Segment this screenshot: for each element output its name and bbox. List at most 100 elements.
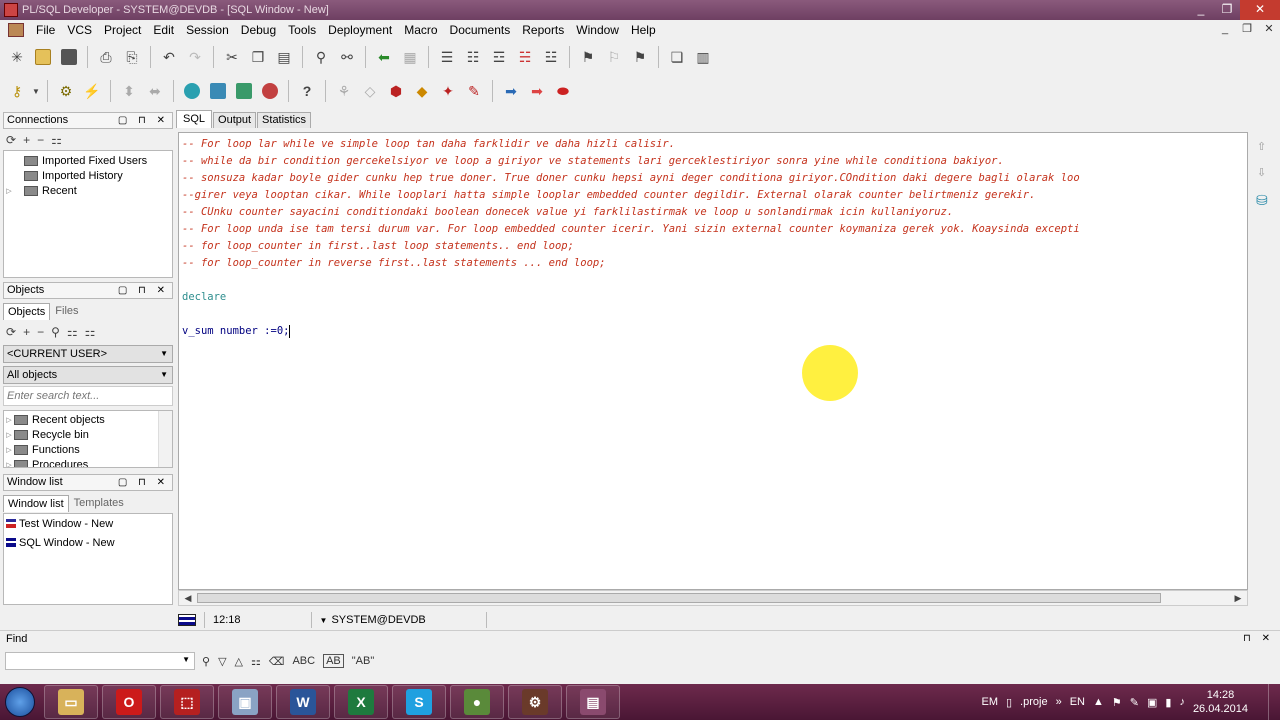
find-icon[interactable]: ⚲ bbox=[51, 325, 60, 339]
find-icon[interactable]: ⚲ bbox=[202, 655, 210, 668]
print-icon[interactable]: ⎙ bbox=[93, 44, 119, 70]
code-line[interactable]: --girer veya looptan cikar. While loopla… bbox=[182, 187, 1080, 204]
tab-templates[interactable]: Templates bbox=[69, 494, 129, 512]
chevron-right-icon[interactable]: » bbox=[1056, 696, 1062, 708]
code-line[interactable]: -- For loop lar while ve simple loop tan… bbox=[182, 136, 1080, 153]
doc-tray-label[interactable]: .proje bbox=[1020, 696, 1048, 708]
windows-tile-icon[interactable]: ▥ bbox=[690, 44, 716, 70]
whole-word-button[interactable]: AB bbox=[323, 654, 344, 668]
regex-icon[interactable]: "AB" bbox=[352, 655, 374, 667]
menu-window[interactable]: Window bbox=[570, 20, 625, 40]
show-desktop-button[interactable] bbox=[1268, 684, 1280, 720]
unindent-icon[interactable]: ☷ bbox=[460, 44, 486, 70]
sql-icon[interactable] bbox=[205, 78, 231, 104]
remove-icon[interactable]: − bbox=[37, 325, 44, 339]
debug-step-out-icon[interactable]: ✎ bbox=[461, 78, 487, 104]
tree-item-functions[interactable]: ▷ Functions bbox=[4, 442, 172, 457]
fetch-next-icon[interactable]: ⬍ bbox=[116, 78, 142, 104]
expand-icon[interactable]: ▷ bbox=[4, 461, 14, 468]
code-line[interactable]: -- while da bir condition gercekelsiyor … bbox=[182, 153, 1080, 170]
tab-sql[interactable]: SQL bbox=[176, 110, 213, 128]
new-icon[interactable]: ✳ bbox=[4, 44, 30, 70]
expand-icon[interactable]: ▷ bbox=[4, 416, 14, 424]
taskbar-button[interactable]: ▭ bbox=[44, 685, 98, 719]
commit-icon[interactable] bbox=[179, 78, 205, 104]
taskbar-button[interactable]: ● bbox=[450, 685, 504, 719]
document-icon[interactable] bbox=[8, 23, 24, 37]
find-input[interactable]: ▼ bbox=[5, 652, 195, 670]
menu-edit[interactable]: Edit bbox=[147, 20, 180, 40]
network-icon[interactable]: ▣ bbox=[1147, 696, 1157, 709]
explain-plan-icon[interactable] bbox=[257, 78, 283, 104]
code-line[interactable]: -- sonsuza kadar boyle gider cunku hep t… bbox=[182, 170, 1080, 187]
key-icon[interactable]: ⚷ bbox=[4, 78, 30, 104]
document-tray-icon[interactable]: ▯ bbox=[1006, 696, 1012, 709]
horizontal-scrollbar[interactable]: ◀ ▶ bbox=[178, 590, 1248, 606]
tree-item-recycle-bin[interactable]: ▷ Recycle bin bbox=[4, 427, 172, 442]
scroll-right-icon[interactable]: ▶ bbox=[1231, 591, 1245, 605]
menu-documents[interactable]: Documents bbox=[444, 20, 517, 40]
list-item-sql-window[interactable]: SQL Window - New bbox=[4, 533, 172, 552]
panel-controls[interactable]: ▢ ⊓ ✕ bbox=[118, 283, 169, 298]
filter-combo[interactable]: All objects ▼ bbox=[3, 366, 173, 384]
scroll-left-icon[interactable]: ◀ bbox=[181, 591, 195, 605]
mdi-restore-button[interactable]: ❐ bbox=[1236, 20, 1258, 38]
chevron-down-icon[interactable]: ▼ bbox=[320, 616, 328, 625]
scrollbar-thumb[interactable] bbox=[197, 593, 1161, 603]
code-line[interactable] bbox=[182, 272, 1080, 289]
menu-debug[interactable]: Debug bbox=[235, 20, 282, 40]
objects-scrollbar[interactable] bbox=[158, 411, 172, 467]
menu-tools[interactable]: Tools bbox=[282, 20, 322, 40]
tab-window-list[interactable]: Window list bbox=[3, 495, 69, 512]
add-icon[interactable]: + bbox=[23, 325, 30, 339]
mdi-minimize-button[interactable]: _ bbox=[1214, 20, 1236, 38]
connection-status[interactable]: SYSTEM@DEVDB bbox=[331, 614, 425, 626]
find-icon[interactable]: ⚲ bbox=[308, 44, 334, 70]
template-icon[interactable]: ▦ bbox=[397, 44, 423, 70]
replace-icon[interactable]: ⚯ bbox=[334, 44, 360, 70]
language-en[interactable]: EN bbox=[1070, 696, 1085, 708]
load-icon[interactable]: ⬅ bbox=[371, 44, 397, 70]
navigate-next-icon[interactable]: ➡ bbox=[524, 78, 550, 104]
menu-vcs[interactable]: VCS bbox=[61, 20, 98, 40]
maximize-button[interactable]: ❐ bbox=[1214, 0, 1240, 20]
fetch-last-icon[interactable]: ⬌ bbox=[142, 78, 168, 104]
menu-file[interactable]: File bbox=[30, 20, 61, 40]
chevron-down-icon[interactable]: ▼ bbox=[182, 655, 190, 664]
filter-icon[interactable]: ⚏ bbox=[67, 325, 78, 339]
mdi-close-button[interactable]: ✕ bbox=[1258, 20, 1280, 38]
expand-icon[interactable]: ▷ bbox=[4, 446, 14, 454]
windows-cascade-icon[interactable]: ❏ bbox=[664, 44, 690, 70]
tab-files[interactable]: Files bbox=[50, 302, 83, 320]
panel-controls[interactable]: ⊓ ✕ bbox=[1243, 631, 1274, 647]
undo-icon[interactable]: ↶ bbox=[156, 44, 182, 70]
tree-item-recent[interactable]: ▷ Recent bbox=[4, 183, 172, 198]
tree-item-procedures[interactable]: ▷ Procedures bbox=[4, 457, 172, 468]
add-icon[interactable]: + bbox=[23, 133, 30, 147]
user-combo[interactable]: <CURRENT USER> ▼ bbox=[3, 345, 173, 363]
debug-step-over-icon[interactable]: ✦ bbox=[435, 78, 461, 104]
menu-deployment[interactable]: Deployment bbox=[322, 20, 398, 40]
debug-step-into-icon[interactable]: ◆ bbox=[409, 78, 435, 104]
refresh-icon[interactable]: ⟳ bbox=[6, 325, 16, 339]
minimize-button[interactable]: _ bbox=[1188, 0, 1214, 20]
debug-stop-icon[interactable]: ⬢ bbox=[383, 78, 409, 104]
debug-start-icon[interactable]: ⚘ bbox=[331, 78, 357, 104]
list-item-test-window[interactable]: Test Window - New bbox=[4, 514, 172, 533]
execute-gear-icon[interactable]: ⚙ bbox=[53, 78, 79, 104]
redo-icon[interactable]: ↷ bbox=[182, 44, 208, 70]
volume-icon[interactable]: ♪ bbox=[1179, 696, 1185, 708]
open-folder-icon[interactable] bbox=[30, 44, 56, 70]
panel-controls[interactable]: ▢ ⊓ ✕ bbox=[118, 113, 169, 128]
scroll-down-icon[interactable]: ⇩ bbox=[1257, 166, 1266, 179]
remove-icon[interactable]: − bbox=[37, 133, 44, 147]
sql-editor[interactable]: -- For loop lar while ve simple loop tan… bbox=[178, 132, 1248, 590]
code-line[interactable]: -- CUnku counter sayacini conditiondaki … bbox=[182, 204, 1080, 221]
taskbar-button[interactable]: W bbox=[276, 685, 330, 719]
comment-icon[interactable]: ☲ bbox=[486, 44, 512, 70]
uncomment-icon[interactable]: ☵ bbox=[512, 44, 538, 70]
navigate-forward-icon[interactable]: ➡ bbox=[498, 78, 524, 104]
help-icon[interactable]: ? bbox=[294, 78, 320, 104]
navigate-end-icon[interactable]: ⬬ bbox=[550, 78, 576, 104]
object-search-input[interactable]: Enter search text... bbox=[3, 386, 173, 406]
